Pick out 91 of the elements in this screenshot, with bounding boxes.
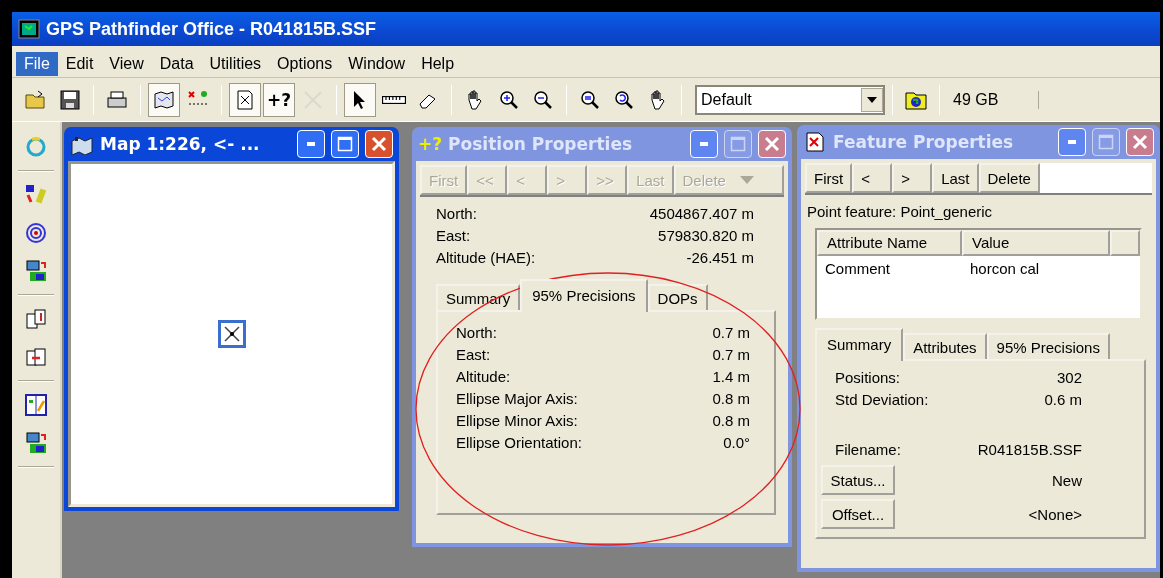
computer-globe-icon bbox=[24, 259, 48, 283]
precision-value: 0.8 m bbox=[712, 411, 750, 431]
close-icon bbox=[1132, 134, 1148, 150]
tab[interactable]: Summary bbox=[815, 328, 904, 361]
summary-value: 0.6 m bbox=[1044, 390, 1082, 410]
menu-item[interactable]: Window bbox=[340, 51, 414, 76]
menu-item[interactable]: Utilities bbox=[201, 51, 270, 76]
precision-value: 0.7 m bbox=[712, 345, 750, 365]
minimize-button[interactable] bbox=[1058, 128, 1086, 156]
summary-value: 302 bbox=[1056, 368, 1082, 388]
menu-item[interactable]: File bbox=[16, 51, 58, 76]
caret-icon bbox=[739, 176, 754, 184]
precision-value: 0.8 m bbox=[712, 389, 750, 409]
dialog-button[interactable]: Offset... bbox=[821, 499, 895, 529]
target-icon bbox=[24, 221, 48, 245]
save-icon bbox=[58, 87, 82, 112]
column-header[interactable]: Value bbox=[962, 230, 1110, 256]
precision-label: Altitude: bbox=[456, 367, 511, 387]
summary-label: Positions: bbox=[835, 368, 901, 388]
minimize-button[interactable] bbox=[297, 130, 325, 158]
precision-label: East: bbox=[456, 345, 491, 365]
toolbar-button[interactable] bbox=[148, 82, 180, 117]
precision-label: Ellipse Major Axis: bbox=[456, 389, 578, 409]
position-icon: +? bbox=[418, 134, 443, 154]
tab[interactable]: 95% Precisions bbox=[520, 279, 648, 312]
summary-label: Std Deviation: bbox=[835, 390, 929, 410]
precision-label: North: bbox=[456, 323, 497, 343]
table-cell-text: horcon cal bbox=[969, 259, 1041, 279]
close-button[interactable] bbox=[365, 130, 393, 158]
field-value: -26.451 m bbox=[686, 248, 754, 268]
column-header[interactable]: Attribute Name bbox=[817, 230, 962, 256]
tab[interactable]: Attributes bbox=[903, 333, 987, 359]
minimize-icon bbox=[700, 142, 708, 146]
field-value: 579830.820 m bbox=[658, 226, 754, 246]
close-button[interactable] bbox=[1126, 128, 1154, 156]
menu-item[interactable]: Data bbox=[151, 51, 202, 76]
minimize-icon bbox=[307, 142, 315, 146]
toolbar-button[interactable]: +? bbox=[263, 82, 295, 117]
window-title: Feature Properties bbox=[833, 132, 1015, 152]
app-icon bbox=[18, 19, 40, 39]
ruler-icon bbox=[382, 95, 406, 104]
caret-icon bbox=[867, 96, 877, 103]
maximize-icon bbox=[1098, 134, 1114, 150]
feature-icon bbox=[803, 130, 827, 154]
maximize-icon bbox=[337, 136, 353, 152]
disk-space-text: 49 GB bbox=[947, 90, 1040, 109]
summary-value: <None> bbox=[1028, 505, 1082, 523]
minimize-button[interactable] bbox=[690, 130, 718, 158]
toolbar-button[interactable] bbox=[344, 82, 376, 117]
field-label: Altitude (HAE): bbox=[436, 248, 536, 268]
table-cell-text: Comment bbox=[824, 259, 892, 279]
maximize-button[interactable] bbox=[331, 130, 359, 158]
dialog-button[interactable]: Status... bbox=[821, 465, 895, 495]
maximize-icon bbox=[730, 136, 746, 152]
precision-value: 1.4 m bbox=[712, 367, 750, 387]
close-icon bbox=[371, 136, 387, 152]
tab[interactable]: 95% Precisions bbox=[986, 333, 1110, 359]
computer-globe-icon bbox=[24, 431, 48, 455]
editor-icon bbox=[24, 393, 48, 417]
field-value: 4504867.407 m bbox=[649, 204, 754, 224]
menu-item[interactable]: View bbox=[101, 51, 152, 76]
precision-value: 0.0° bbox=[723, 433, 750, 453]
window-title: Map 1:226, <- ... bbox=[100, 134, 261, 154]
filename-label: Filename: bbox=[835, 440, 901, 460]
tab[interactable]: DOPs bbox=[647, 284, 708, 310]
precision-value: 0.7 m bbox=[712, 323, 750, 343]
nav-button[interactable]: First bbox=[805, 163, 853, 193]
filename-value: R041815B.SSF bbox=[977, 440, 1082, 460]
export-icon bbox=[24, 345, 48, 369]
menu-item[interactable]: Options bbox=[269, 51, 341, 76]
nav-button[interactable]: < bbox=[852, 163, 893, 193]
documents-icon bbox=[24, 307, 48, 331]
point-marker-icon bbox=[217, 320, 246, 348]
nav-button[interactable]: > bbox=[892, 163, 933, 193]
menu-item[interactable]: Edit bbox=[57, 51, 102, 76]
precision-label: Ellipse Minor Axis: bbox=[456, 411, 578, 431]
minimize-icon bbox=[1068, 140, 1076, 144]
window-title: GPS Pathfinder Office - R041815B.SSF bbox=[46, 18, 377, 40]
cycle-icon bbox=[24, 135, 48, 159]
field-label: East: bbox=[436, 226, 471, 246]
precision-label: Ellipse Orientation: bbox=[456, 433, 582, 453]
summary-value: New bbox=[1052, 471, 1082, 489]
style-dropdown[interactable]: Default bbox=[695, 84, 885, 115]
window-title: Position Properties bbox=[448, 134, 634, 154]
nav-button[interactable]: Last bbox=[932, 163, 979, 193]
close-icon bbox=[764, 136, 780, 152]
close-button[interactable] bbox=[758, 130, 786, 158]
menu-item[interactable]: Help bbox=[413, 51, 463, 76]
nav-button[interactable]: Delete bbox=[978, 163, 1040, 193]
feature-label: Point feature: Point_generic bbox=[806, 202, 994, 222]
field-label: North: bbox=[436, 204, 477, 224]
